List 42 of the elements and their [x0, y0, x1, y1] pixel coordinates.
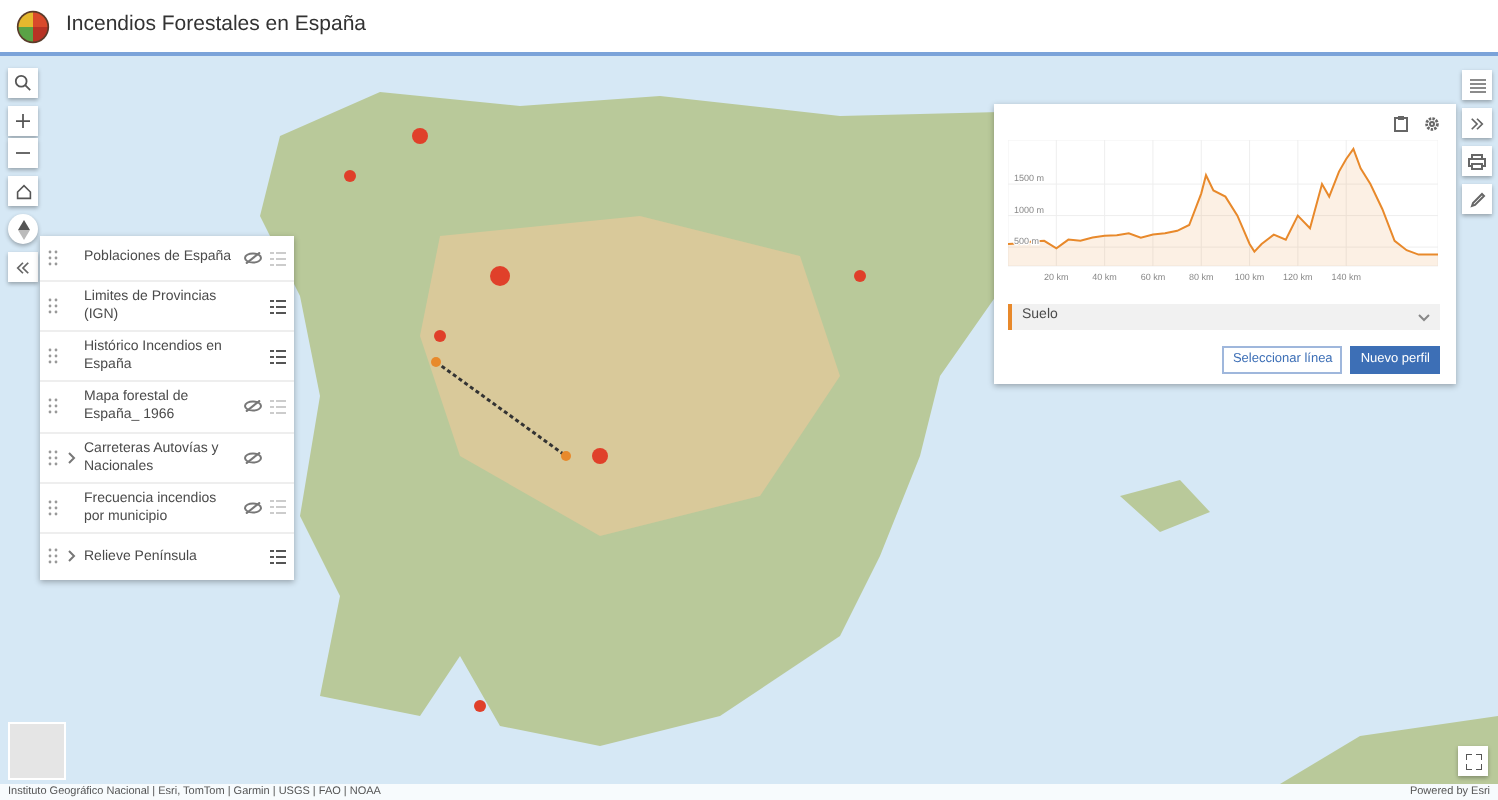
plus-icon [16, 114, 30, 128]
clipboard-icon[interactable] [1394, 116, 1408, 132]
compass-icon [17, 219, 29, 239]
settings-icon[interactable] [1424, 116, 1440, 132]
list-icon [1469, 77, 1485, 93]
drag-handle-icon[interactable] [48, 348, 58, 365]
chevron-icon[interactable] [68, 451, 76, 464]
drag-handle-icon[interactable] [48, 298, 58, 315]
drag-handle-icon[interactable] [48, 449, 58, 466]
home-icon [15, 183, 31, 199]
fullscreen-icon [1465, 753, 1481, 769]
chevron-down-icon [1418, 313, 1430, 321]
search-button[interactable] [8, 68, 38, 98]
fullscreen-button[interactable] [1458, 746, 1488, 776]
expand-button[interactable] [1462, 108, 1492, 138]
drag-handle-icon[interactable] [48, 548, 58, 565]
hidden-eye-icon[interactable] [244, 501, 262, 514]
legend-icon[interactable] [270, 299, 286, 314]
legend-icon[interactable] [270, 349, 286, 364]
printer-icon [1468, 153, 1486, 169]
drag-handle-icon[interactable] [48, 250, 58, 266]
minus-icon [16, 146, 30, 160]
hidden-eye-icon[interactable] [244, 252, 262, 264]
chevron-icon[interactable] [68, 550, 76, 563]
pencil-icon [1469, 191, 1485, 207]
drag-handle-icon[interactable] [48, 499, 58, 516]
layer-list-button[interactable] [1462, 70, 1492, 100]
collapse-button[interactable] [8, 252, 38, 282]
hidden-eye-icon[interactable] [244, 451, 262, 464]
search-icon [14, 74, 32, 92]
drag-handle-icon[interactable] [48, 398, 58, 415]
print-button[interactable] [1462, 146, 1492, 176]
app-title: Incendios Forestales en España [66, 10, 367, 41]
home-button[interactable] [8, 176, 38, 206]
double-chevron-right-icon [1470, 117, 1484, 129]
pencil-button[interactable] [1462, 184, 1492, 214]
legend-icon[interactable] [270, 549, 286, 564]
zoom-out-button[interactable] [8, 138, 38, 168]
logo-icon [16, 9, 50, 43]
hidden-eye-icon[interactable] [244, 400, 262, 413]
double-chevron-left-icon [16, 261, 30, 273]
zoom-in-button[interactable] [8, 106, 38, 136]
